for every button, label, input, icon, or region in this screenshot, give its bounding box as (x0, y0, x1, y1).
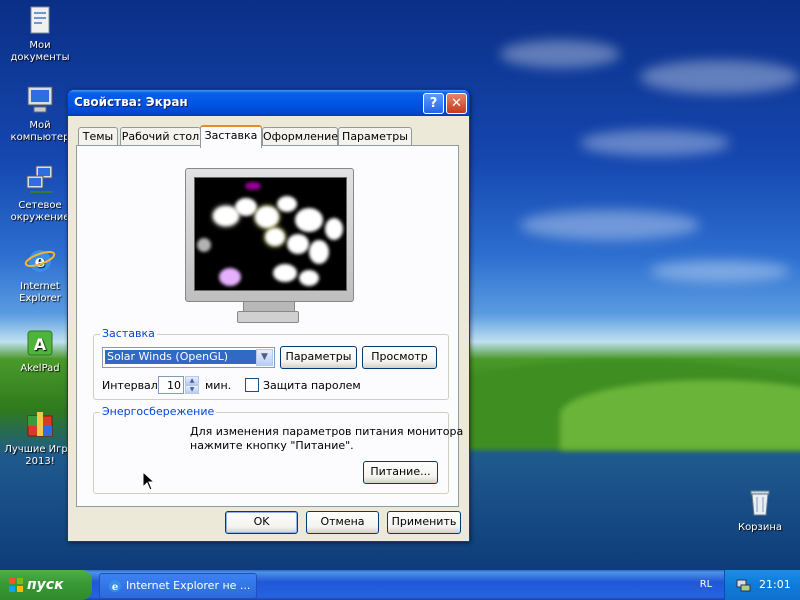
password-checkbox[interactable] (245, 378, 259, 392)
particle (277, 196, 297, 212)
taskbar-item-label: Internet Explorer не ... (126, 579, 251, 592)
particle (325, 218, 343, 240)
windows-flag-icon (9, 578, 23, 592)
close-icon: ✕ (451, 96, 462, 111)
monitor-frame (185, 168, 354, 302)
particle (219, 268, 241, 286)
recycle-bin-icon (744, 486, 776, 518)
minutes-label: мин. (205, 379, 232, 392)
screensaver-select-value: Solar Winds (OpenGL) (105, 350, 256, 364)
particle (295, 208, 323, 232)
particle (197, 238, 211, 252)
password-label: Защита паролем (263, 379, 361, 392)
my-documents-icon (24, 4, 56, 36)
taskbar-item-internet-explorer[interactable]: e Internet Explorer не ... (99, 573, 257, 599)
language-indicator[interactable]: RL (696, 576, 716, 593)
screensaver-preview-button[interactable]: Просмотр (362, 346, 437, 369)
cloud (650, 260, 790, 282)
svg-text:A: A (34, 335, 47, 354)
interval-label: Интервал: (102, 379, 162, 392)
particle (245, 182, 261, 190)
apply-button[interactable]: Применить (387, 511, 461, 534)
taskbar: пуск e Internet Explorer не ... RL 21:01 (0, 570, 800, 600)
close-button[interactable]: ✕ (446, 93, 467, 114)
monitor-base (237, 311, 299, 323)
cloud (580, 130, 730, 156)
chevron-down-icon[interactable]: ▼ (256, 349, 273, 366)
spinner-down-icon[interactable]: ▼ (185, 385, 199, 394)
power-description-line1: Для изменения параметров питания монитор… (190, 425, 464, 438)
internet-explorer-icon: e (109, 580, 121, 593)
clock[interactable]: 21:01 (759, 570, 791, 600)
start-button[interactable]: пуск (0, 570, 92, 600)
particle (235, 198, 257, 216)
display-properties-window: Свойства: Экран ? ✕ Темы Рабочий стол За… (67, 89, 470, 542)
tab-screensaver[interactable]: Заставка (200, 125, 262, 148)
system-tray: 21:01 (724, 570, 800, 600)
tab-themes[interactable]: Темы (78, 127, 118, 146)
games-icon (24, 408, 56, 440)
interval-input[interactable]: 10 (158, 376, 184, 394)
start-label: пуск (27, 577, 64, 593)
screensaver-group: Заставка Solar Winds (OpenGL) ▼ Параметр… (93, 327, 449, 400)
cloud (520, 210, 700, 240)
mouse-cursor-icon (142, 471, 156, 491)
window-titlebar[interactable]: Свойства: Экран ? ✕ (68, 90, 469, 116)
tab-appearance[interactable]: Оформление (262, 127, 338, 146)
desktop-icon-label: Корзина (737, 522, 783, 533)
screensaver-group-title: Заставка (100, 327, 157, 340)
particle (299, 270, 319, 286)
ok-button[interactable]: OK (225, 511, 298, 534)
particle (265, 228, 285, 246)
particle (309, 240, 329, 264)
screensaver-preview-screen (194, 177, 347, 291)
akelpad-icon: A (24, 327, 56, 359)
network-icon (24, 164, 56, 196)
internet-explorer-icon: e (24, 245, 56, 277)
help-icon: ? (429, 96, 438, 111)
power-button[interactable]: Питание... (363, 461, 438, 484)
particle (273, 264, 297, 282)
desktop-icon-recycle-bin[interactable]: Корзина (721, 486, 799, 534)
power-group-title: Энергосбережение (100, 405, 217, 418)
window-title: Свойства: Экран (74, 95, 188, 109)
tab-settings[interactable]: Параметры (338, 127, 412, 146)
help-button[interactable]: ? (423, 93, 444, 114)
my-computer-icon (24, 84, 56, 116)
cloud (500, 40, 620, 68)
svg-text:e: e (112, 582, 118, 593)
desktop-icon-label: Мои документы (10, 40, 70, 63)
cancel-button[interactable]: Отмена (306, 511, 379, 534)
particle (287, 234, 309, 254)
tab-panel-screensaver: Заставка Solar Winds (OpenGL) ▼ Параметр… (76, 145, 463, 507)
tray-network-icon[interactable] (735, 577, 751, 593)
spinner-up-icon[interactable]: ▲ (185, 376, 199, 385)
power-description-line2: нажмите кнопку "Питание". (190, 439, 354, 452)
particle (255, 206, 279, 228)
desktop-icon-my-documents[interactable]: Мои документы (1, 4, 79, 64)
tab-desktop[interactable]: Рабочий стол (120, 127, 201, 146)
screensaver-settings-button[interactable]: Параметры (280, 346, 357, 369)
interval-spinner[interactable]: ▲ ▼ (185, 376, 199, 394)
monitor-preview (185, 168, 354, 323)
cloud (640, 60, 800, 94)
screensaver-select[interactable]: Solar Winds (OpenGL) ▼ (102, 347, 275, 368)
